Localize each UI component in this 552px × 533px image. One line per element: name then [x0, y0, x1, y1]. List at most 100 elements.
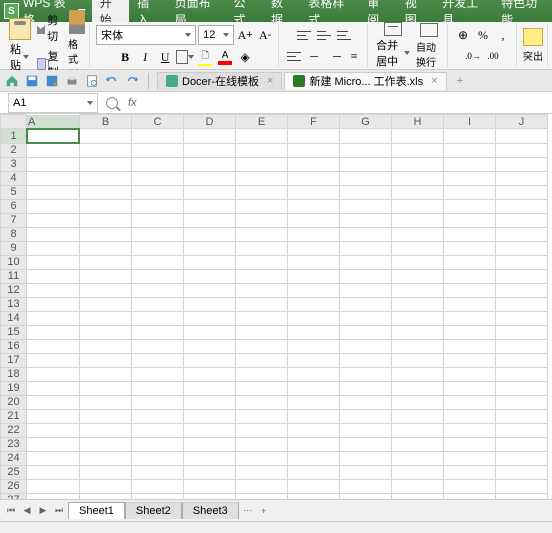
- new-doc-button[interactable]: +: [451, 75, 469, 87]
- cell[interactable]: [444, 437, 496, 451]
- column-header[interactable]: I: [444, 115, 496, 129]
- cell[interactable]: [236, 367, 288, 381]
- cell[interactable]: [288, 479, 340, 493]
- cell[interactable]: [496, 423, 548, 437]
- cell[interactable]: [80, 199, 132, 213]
- cell[interactable]: [392, 479, 444, 493]
- first-sheet-button[interactable]: ⏮: [4, 504, 18, 518]
- cell[interactable]: [340, 381, 392, 395]
- cell[interactable]: [392, 437, 444, 451]
- align-top-button[interactable]: [295, 26, 313, 44]
- cell[interactable]: [340, 157, 392, 171]
- cell[interactable]: [80, 171, 132, 185]
- currency-button[interactable]: ⊕: [454, 26, 472, 44]
- add-sheet-button[interactable]: +: [257, 504, 271, 518]
- cell[interactable]: [80, 465, 132, 479]
- font-name-select[interactable]: 宋体: [96, 25, 196, 45]
- cell[interactable]: [340, 437, 392, 451]
- cell[interactable]: [184, 437, 236, 451]
- cell[interactable]: [392, 465, 444, 479]
- cell[interactable]: [392, 129, 444, 144]
- cell[interactable]: [392, 227, 444, 241]
- cell[interactable]: [132, 213, 184, 227]
- cell[interactable]: [132, 367, 184, 381]
- cell[interactable]: [184, 353, 236, 367]
- menu-tab-3[interactable]: 公式: [226, 0, 263, 22]
- cell[interactable]: [288, 493, 340, 499]
- cell[interactable]: [80, 437, 132, 451]
- cell[interactable]: [27, 353, 80, 367]
- row-header[interactable]: 14: [1, 311, 27, 325]
- undo-button[interactable]: [104, 73, 120, 89]
- cell[interactable]: [80, 311, 132, 325]
- cell[interactable]: [444, 325, 496, 339]
- cell[interactable]: [132, 227, 184, 241]
- cell[interactable]: [184, 143, 236, 157]
- cell[interactable]: [444, 157, 496, 171]
- cell[interactable]: [496, 227, 548, 241]
- cell[interactable]: [184, 171, 236, 185]
- cell[interactable]: [132, 269, 184, 283]
- cell[interactable]: [288, 395, 340, 409]
- cell[interactable]: [444, 255, 496, 269]
- cell[interactable]: [236, 297, 288, 311]
- column-header[interactable]: J: [496, 115, 548, 129]
- cell[interactable]: [444, 171, 496, 185]
- highlight-icon[interactable]: [523, 28, 543, 46]
- row-header[interactable]: 3: [1, 157, 27, 171]
- cell[interactable]: [80, 395, 132, 409]
- cell[interactable]: [27, 493, 80, 499]
- menu-tab-2[interactable]: 页面布局: [167, 0, 226, 22]
- cell[interactable]: [27, 129, 79, 143]
- row-header[interactable]: 22: [1, 423, 27, 437]
- redo-button[interactable]: [124, 73, 140, 89]
- cell[interactable]: [27, 465, 80, 479]
- cell[interactable]: [496, 171, 548, 185]
- row-header[interactable]: 20: [1, 395, 27, 409]
- cell[interactable]: [132, 255, 184, 269]
- cell[interactable]: [132, 353, 184, 367]
- indent-button[interactable]: ≡: [345, 47, 363, 65]
- cell[interactable]: [184, 311, 236, 325]
- cell[interactable]: [288, 339, 340, 353]
- column-header[interactable]: E: [236, 115, 288, 129]
- row-header[interactable]: 18: [1, 367, 27, 381]
- cell[interactable]: [184, 451, 236, 465]
- cell[interactable]: [236, 479, 288, 493]
- close-tab-button[interactable]: ×: [431, 75, 437, 87]
- cell[interactable]: [496, 129, 548, 144]
- cell[interactable]: [288, 227, 340, 241]
- print-preview-button[interactable]: [84, 73, 100, 89]
- merge-button[interactable]: 合并居中: [374, 36, 412, 70]
- cell[interactable]: [132, 157, 184, 171]
- paste-icon[interactable]: [9, 18, 31, 40]
- cell[interactable]: [340, 227, 392, 241]
- clear-format-button[interactable]: ◈: [236, 48, 254, 66]
- name-box[interactable]: A1: [8, 93, 98, 113]
- cell[interactable]: [27, 479, 80, 493]
- row-header[interactable]: 25: [1, 465, 27, 479]
- cell[interactable]: [288, 353, 340, 367]
- doc-tab-1[interactable]: 新建 Micro... 工作表.xls×: [284, 72, 446, 90]
- cell[interactable]: [496, 353, 548, 367]
- align-middle-button[interactable]: [315, 26, 333, 44]
- cell[interactable]: [184, 479, 236, 493]
- cell[interactable]: [444, 353, 496, 367]
- cell[interactable]: [340, 283, 392, 297]
- cell[interactable]: [236, 269, 288, 283]
- cell[interactable]: [496, 465, 548, 479]
- cell[interactable]: [184, 493, 236, 499]
- cell[interactable]: [236, 157, 288, 171]
- cell[interactable]: [444, 367, 496, 381]
- align-bottom-button[interactable]: [335, 26, 353, 44]
- cell[interactable]: [80, 269, 132, 283]
- cell[interactable]: [288, 423, 340, 437]
- cell[interactable]: [184, 297, 236, 311]
- cell[interactable]: [392, 353, 444, 367]
- row-header[interactable]: 8: [1, 227, 27, 241]
- cell[interactable]: [184, 129, 236, 144]
- cell[interactable]: [340, 199, 392, 213]
- cell[interactable]: [184, 409, 236, 423]
- cell[interactable]: [496, 479, 548, 493]
- select-all-corner[interactable]: [1, 115, 27, 129]
